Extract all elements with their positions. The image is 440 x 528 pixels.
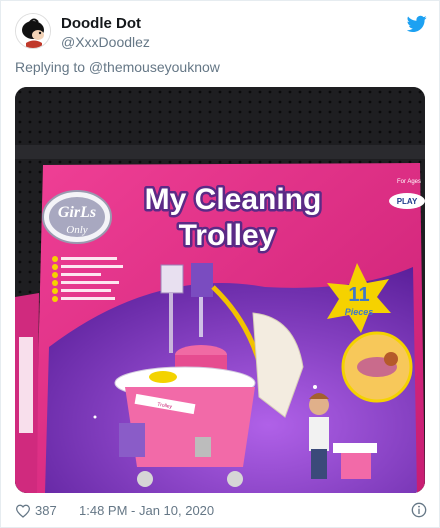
play-badge: PLAY — [397, 197, 418, 206]
tweet-footer: 387 1:48 PM - Jan 10, 2020 — [15, 501, 427, 521]
user-names: Doodle Dot @XxxDoodlez — [61, 15, 150, 51]
girl-inset — [341, 331, 413, 403]
pieces-number: 11 — [348, 284, 369, 306]
user-handle[interactable]: @XxxDoodlez — [61, 33, 150, 51]
info-icon[interactable] — [411, 502, 427, 518]
avatar[interactable] — [15, 13, 51, 49]
tweet-card: Doodle Dot @XxxDoodlez Replying to @them… — [0, 0, 440, 528]
tweet-photo[interactable]: GirLs Only My Cleaning My Cleaning Troll… — [15, 87, 425, 493]
for-ages-label: For Ages — [397, 179, 421, 185]
title-line1: My Cleaning — [145, 183, 322, 216]
like-count[interactable]: 387 — [35, 503, 57, 518]
brand-logo: GirLs Only — [42, 190, 112, 244]
toy-box-photo: GirLs Only My Cleaning My Cleaning Troll… — [15, 87, 425, 493]
avatar-drawing — [16, 14, 50, 48]
pieces-label: Pieces — [345, 307, 374, 317]
title-line2: Trolley — [179, 219, 276, 252]
brand-sub: Only — [66, 224, 88, 236]
twitter-bird-icon[interactable] — [407, 15, 427, 33]
timestamp[interactable]: 1:48 PM - Jan 10, 2020 — [79, 503, 214, 518]
brand-name: GirLs — [58, 204, 96, 221]
display-name[interactable]: Doodle Dot — [61, 15, 150, 33]
heart-icon[interactable] — [15, 504, 31, 518]
replying-to[interactable]: Replying to @themouseyouknow — [15, 59, 220, 75]
tweet-header: Doodle Dot @XxxDoodlez — [15, 13, 427, 53]
